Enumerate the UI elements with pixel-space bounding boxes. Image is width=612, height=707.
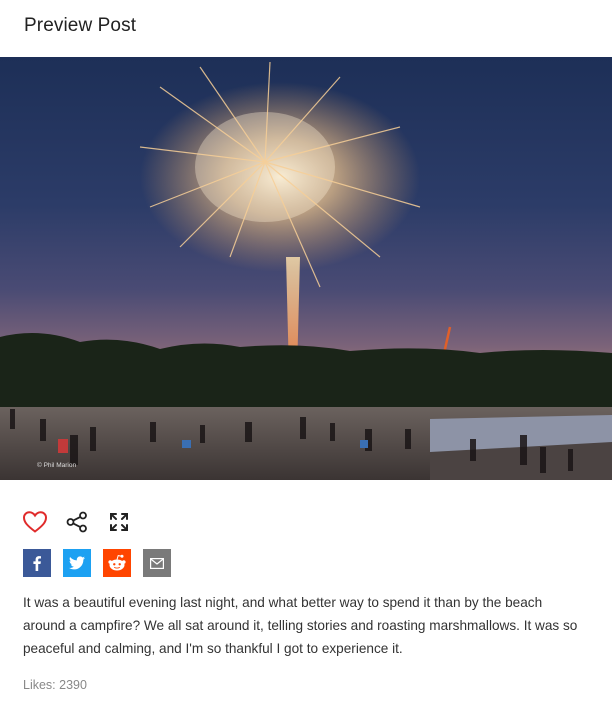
email-share-button[interactable] <box>143 549 171 577</box>
share-icon <box>66 511 87 533</box>
twitter-icon <box>69 556 85 570</box>
reddit-share-button[interactable] <box>103 549 131 577</box>
expand-button[interactable] <box>106 509 132 535</box>
expand-icon <box>110 513 128 531</box>
reddit-icon <box>108 554 126 571</box>
facebook-share-button[interactable] <box>23 549 51 577</box>
post-actions <box>22 509 132 535</box>
like-button[interactable] <box>22 509 48 535</box>
social-share-bar <box>23 549 183 577</box>
post-image <box>0 57 612 480</box>
post-description: It was a beautiful evening last night, a… <box>23 595 578 656</box>
mail-icon <box>150 557 164 569</box>
facebook-icon <box>33 556 41 571</box>
page-title: Preview Post <box>24 15 137 36</box>
share-button[interactable] <box>64 509 90 535</box>
header: Preview Post <box>0 0 612 57</box>
heart-icon <box>22 511 48 533</box>
twitter-share-button[interactable] <box>63 549 91 577</box>
likes-count: Likes: 2390 <box>23 678 87 692</box>
photo-credit: © Phil Marion <box>37 462 77 469</box>
